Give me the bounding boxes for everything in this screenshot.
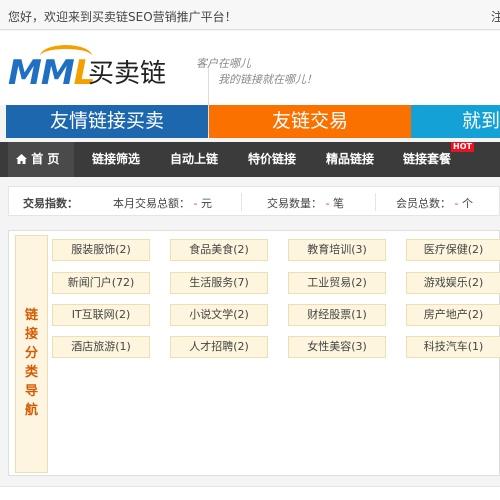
register-link[interactable]: 注 (491, 8, 500, 25)
top-bar: 您好，欢迎来到买卖链SEO营销推广平台！ 注 (0, 0, 500, 30)
member-count-value: - (454, 197, 459, 210)
slogan-line-2: 我的链接就在哪儿！ (218, 73, 317, 86)
category-tag[interactable]: 服装服饰(2) (52, 239, 150, 261)
category-tag[interactable]: 教育培训(3) (288, 239, 386, 261)
nav-home[interactable]: 首 页 (8, 142, 74, 177)
category-tag[interactable]: IT互联网(2) (52, 304, 150, 326)
month-total-label: 本月交易总额： (113, 197, 190, 210)
nav-premium-links[interactable]: 精品链接 (326, 142, 374, 177)
home-icon (16, 152, 31, 166)
category-tag[interactable]: 人才招聘(2) (170, 336, 268, 358)
month-total-value: - (193, 197, 198, 210)
nav-link-filter[interactable]: 链接筛选 (92, 142, 140, 177)
nav-auto-link[interactable]: 自动上链 (170, 142, 218, 177)
trade-stats-bar: 交易指数： 本月交易总额： - 元 交易数量： - 笔 会员总数： - 个 (8, 186, 500, 216)
nav-home-label: 首 页 (31, 152, 60, 166)
category-nav-title: 链接分类导航 (15, 235, 48, 473)
category-tag[interactable]: 科技汽车(1) (406, 336, 500, 358)
category-tag[interactable]: 小说文学(2) (170, 304, 268, 326)
trade-index-label: 交易指数： (23, 197, 78, 210)
banner-friend-link-trade[interactable]: 友情链接买卖 (6, 105, 208, 138)
month-total: 本月交易总额： - 元 (113, 195, 212, 211)
category-tag[interactable]: 工业贸易(2) (288, 272, 386, 294)
category-panel: 链接分类导航 服装服饰(2) 食品美食(2) 教育培训(3) 医疗保健(2) 新… (8, 230, 500, 476)
nav-link-packages[interactable]: 链接套餐 (403, 142, 451, 177)
logo[interactable]: MML (8, 53, 95, 93)
stat-divider (241, 193, 242, 211)
nav-special-price[interactable]: 特价链接 (248, 142, 296, 177)
category-tag[interactable]: 生活服务(7) (170, 272, 268, 294)
member-count-unit: 个 (461, 197, 473, 210)
category-tag[interactable]: 酒店旅游(1) (52, 336, 150, 358)
category-tag[interactable]: 医疗保健(2) (406, 239, 500, 261)
bottom-section (0, 486, 500, 500)
logo-title: 买卖链 (88, 59, 167, 89)
main-nav: 首 页 链接筛选 自动上链 特价链接 精品链接 链接套餐 (0, 142, 500, 177)
member-count: 会员总数： - 个 (396, 195, 473, 211)
category-tag[interactable]: 食品美食(2) (170, 239, 268, 261)
trade-count-unit: 笔 (332, 197, 344, 210)
hot-badge: HOT (451, 142, 474, 152)
member-count-label: 会员总数： (396, 197, 451, 210)
category-tag[interactable]: 游戏娱乐(2) (406, 272, 500, 294)
banner-jump[interactable]: 就到 (411, 105, 500, 138)
header: MML 买卖链 客户在哪儿 我的链接就在哪儿！ (0, 31, 500, 134)
trade-count: 交易数量： - 笔 (267, 195, 344, 211)
banner-link-trade[interactable]: 友链交易 (209, 105, 411, 138)
welcome-text: 您好，欢迎来到买卖链SEO营销推广平台！ (8, 10, 237, 24)
category-tag[interactable]: 财经股票(1) (288, 304, 386, 326)
trade-count-label: 交易数量： (267, 197, 322, 210)
category-tag[interactable]: 女性美容(3) (288, 336, 386, 358)
logo-mm: MM (8, 53, 75, 93)
category-nav-title-text: 链接分类导航 (24, 308, 38, 418)
stat-divider (375, 193, 376, 211)
category-tag[interactable]: 房产地产(2) (406, 304, 500, 326)
category-tag[interactable]: 新闻门户(72) (52, 272, 150, 294)
month-total-unit: 元 (200, 197, 212, 210)
trade-count-value: - (325, 197, 330, 210)
slogan-line-1: 客户在哪儿 (196, 57, 251, 70)
